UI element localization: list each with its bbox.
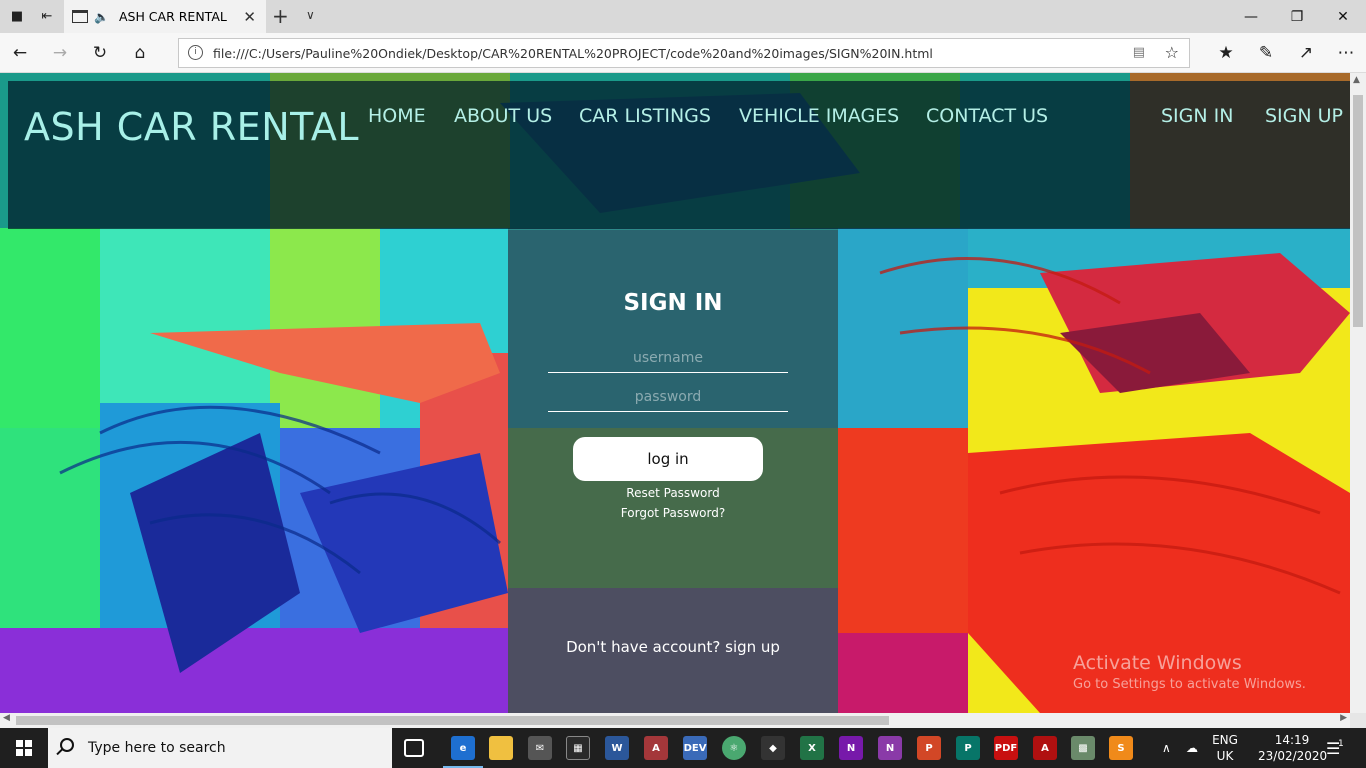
refresh-icon[interactable]: ↻: [88, 41, 112, 65]
network-status-icon[interactable]: ☁: [1186, 728, 1198, 768]
mail-icon[interactable]: ✉: [528, 736, 552, 760]
sublime-text-icon[interactable]: S: [1109, 736, 1133, 760]
taskbar-clock[interactable]: 14:19 23/02/2020: [1258, 732, 1328, 764]
show-hidden-icons-chevron[interactable]: ∧: [1162, 728, 1171, 768]
new-tab-icon[interactable]: +: [272, 4, 289, 28]
page-viewport: ASH CAR RENTAL HOME ABOUT US CAR LISTING…: [0, 73, 1350, 713]
onenote-2016-icon[interactable]: N: [878, 736, 902, 760]
site-info-icon[interactable]: i: [188, 45, 203, 60]
address-url: file:///C:/Users/Pauline%20Ondiek/Deskto…: [213, 45, 933, 61]
nav-signup-link[interactable]: SIGN UP: [1265, 105, 1343, 127]
pdf-reader-icon[interactable]: PDF: [994, 736, 1018, 760]
vertical-scroll-thumb[interactable]: [1353, 95, 1363, 327]
password-input[interactable]: [548, 382, 788, 412]
site-logo[interactable]: ASH CAR RENTAL: [24, 105, 359, 149]
scroll-right-icon[interactable]: ▶: [1340, 713, 1347, 723]
start-button[interactable]: [0, 728, 48, 768]
tab-title: ASH CAR RENTAL: [118, 9, 227, 24]
nav-images-link[interactable]: VEHICLE IMAGES: [739, 105, 899, 127]
scroll-up-icon[interactable]: ▲: [1353, 75, 1360, 85]
scrollbar-corner: [1350, 713, 1366, 728]
mute-tab-icon[interactable]: 🔈: [94, 10, 109, 24]
reset-password-link[interactable]: Reset Password: [508, 486, 838, 500]
forward-arrow-icon[interactable]: →: [48, 41, 72, 65]
dev-tools-icon[interactable]: DEV: [683, 736, 707, 760]
atom-editor-icon[interactable]: ⚛: [722, 736, 746, 760]
search-icon: [60, 738, 74, 752]
watermark-title: Activate Windows: [1073, 652, 1242, 674]
input-language[interactable]: ENG UK: [1210, 732, 1240, 764]
powerpoint-icon[interactable]: P: [917, 736, 941, 760]
page-icon: [72, 10, 88, 23]
scroll-left-icon[interactable]: ◀: [3, 713, 10, 723]
store-icon[interactable]: ▦: [566, 736, 590, 760]
favorite-star-icon[interactable]: ☆: [1165, 43, 1179, 62]
reading-view-icon[interactable]: ▤: [1133, 45, 1145, 60]
file-explorer-icon[interactable]: [489, 736, 513, 760]
nav-about-link[interactable]: ABOUT US: [454, 105, 552, 127]
lang-line1: ENG: [1212, 733, 1238, 747]
windows-logo-icon: [16, 740, 32, 756]
nav-contact-link[interactable]: CONTACT US: [926, 105, 1048, 127]
login-button[interactable]: log in: [573, 437, 763, 481]
tab-list-chevron-icon[interactable]: ∨: [306, 8, 315, 22]
task-view-icon[interactable]: [404, 739, 424, 757]
address-bar[interactable]: i file:///C:/Users/Pauline%20Ondiek/Desk…: [178, 38, 1190, 68]
clock-date: 23/02/2020: [1258, 749, 1328, 763]
minimize-icon[interactable]: —: [1228, 0, 1274, 33]
forgot-password-link[interactable]: Forgot Password?: [508, 506, 838, 520]
access-icon[interactable]: A: [644, 736, 668, 760]
nav-home-link[interactable]: HOME: [368, 105, 426, 127]
acrobat-icon[interactable]: A: [1033, 736, 1057, 760]
browser-tab-bar: ■ ⇤ 🔈 ASH CAR RENTAL ✕ + ∨ — ❐ ✕: [0, 0, 1366, 33]
activate-windows-watermark: Activate Windows Go to Settings to activ…: [1073, 652, 1306, 692]
publisher-icon[interactable]: P: [956, 736, 980, 760]
back-arrow-icon[interactable]: ←: [8, 41, 32, 65]
notification-count: 1: [1338, 739, 1344, 749]
vertical-scrollbar[interactable]: ▲: [1350, 73, 1366, 713]
close-window-icon[interactable]: ✕: [1320, 0, 1366, 33]
pen-notes-icon[interactable]: ✎: [1254, 41, 1278, 65]
word-icon[interactable]: W: [605, 736, 629, 760]
restore-icon[interactable]: ❐: [1274, 0, 1320, 33]
tab-actions-icon[interactable]: ■: [2, 0, 32, 33]
username-input[interactable]: [548, 343, 788, 373]
windows-taskbar: Type here to search e ✉ ▦ W A DEV ⚛ ◆ X …: [0, 728, 1366, 768]
home-icon[interactable]: ⌂: [128, 41, 152, 65]
watermark-subtitle: Go to Settings to activate Windows.: [1073, 677, 1306, 692]
more-menu-icon[interactable]: ⋯: [1334, 41, 1358, 65]
lang-line2: UK: [1216, 749, 1234, 763]
onenote-icon[interactable]: N: [839, 736, 863, 760]
signin-panel: SIGN IN log in Reset Password Forgot Pas…: [508, 230, 838, 713]
favorites-list-icon[interactable]: ★: [1214, 41, 1238, 65]
share-icon[interactable]: ↗: [1294, 41, 1318, 65]
browser-nav-bar: ← → ↻ ⌂ i file:///C:/Users/Pauline%20Ond…: [0, 33, 1366, 73]
horizontal-scrollbar[interactable]: ◀ ▶: [0, 713, 1350, 728]
network-tool-icon[interactable]: ▩: [1071, 736, 1095, 760]
clock-time: 14:19: [1274, 733, 1310, 747]
horizontal-scroll-thumb[interactable]: [16, 716, 889, 725]
taskbar-search-box[interactable]: Type here to search: [48, 728, 392, 768]
excel-icon[interactable]: X: [800, 736, 824, 760]
signin-title: SIGN IN: [623, 290, 723, 316]
browser-tab-active[interactable]: 🔈 ASH CAR RENTAL ✕: [64, 0, 266, 33]
nav-signin-link[interactable]: SIGN IN: [1161, 105, 1233, 127]
signup-prompt-link[interactable]: Don't have account? sign up: [508, 638, 838, 656]
site-header: ASH CAR RENTAL HOME ABOUT US CAR LISTING…: [8, 81, 1350, 229]
nav-listings-link[interactable]: CAR LISTINGS: [579, 105, 711, 127]
set-aside-tabs-icon[interactable]: ⇤: [32, 0, 62, 33]
gimp-icon[interactable]: ◆: [761, 736, 785, 760]
edge-browser-icon[interactable]: e: [443, 736, 483, 768]
taskbar-search-placeholder: Type here to search: [88, 740, 226, 756]
close-tab-icon[interactable]: ✕: [243, 8, 256, 26]
